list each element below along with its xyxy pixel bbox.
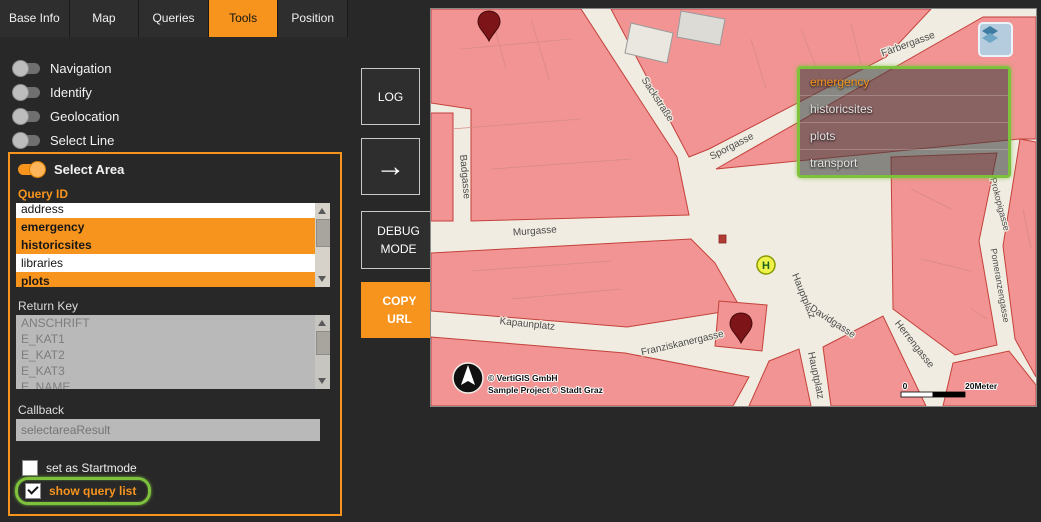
scale-segment-white <box>900 391 934 398</box>
toggle-label: Navigation <box>50 60 112 76</box>
toggle-knob <box>12 59 29 77</box>
building-block <box>431 112 454 222</box>
tab-bar: Base Info Map Queries Tools Position <box>0 0 348 37</box>
tab-position[interactable]: Position <box>278 0 348 37</box>
select-area-toggle[interactable] <box>18 161 46 178</box>
query-id-label: Query ID <box>18 187 69 201</box>
toggle-row-geolocation: Geolocation <box>12 106 120 126</box>
toggle-label: Select Line <box>50 132 115 148</box>
callback-input[interactable] <box>16 419 320 441</box>
query-option-plots[interactable]: plots <box>16 272 315 287</box>
overlay-item-emergency[interactable]: emergency <box>800 69 1008 96</box>
select-area-panel: Select Area Query ID address emergency h… <box>8 152 342 516</box>
run-arrow-button[interactable]: → <box>361 138 420 195</box>
return-key-listbox: ANSCHRIFT E_KAT1 E_KAT2 E_KAT3 E_NAME <box>16 315 330 389</box>
scroll-up-icon[interactable] <box>318 208 326 214</box>
show-query-list-checkbox[interactable] <box>25 483 41 499</box>
scrollbar-thumb[interactable] <box>316 331 330 355</box>
toggle-label: Identify <box>50 84 92 100</box>
toggle-row-identify: Identify <box>12 82 92 102</box>
scroll-down-icon[interactable] <box>318 276 326 282</box>
geolocation-toggle[interactable] <box>12 107 40 125</box>
map-container: Sackstraße Sporgasse Badgasse Murgasse P… <box>430 8 1037 407</box>
query-id-listbox: address emergency historicsites librarie… <box>16 203 330 287</box>
query-option-libraries[interactable]: libraries <box>16 254 315 272</box>
return-key-label: Return Key <box>18 299 79 313</box>
query-option-address[interactable]: address <box>16 203 315 218</box>
startmode-checkbox[interactable] <box>22 460 38 476</box>
query-option-emergency[interactable]: emergency <box>16 218 315 236</box>
toggle-label: Geolocation <box>50 108 120 124</box>
layers-icon <box>982 26 998 43</box>
toggle-row-select-area: Select Area <box>18 161 125 178</box>
identify-toggle[interactable] <box>12 83 40 101</box>
overlay-item-transport[interactable]: transport <box>800 150 1008 176</box>
overlay-item-historicsites[interactable]: historicsites <box>800 96 1008 123</box>
overlay-item-plots[interactable]: plots <box>800 123 1008 150</box>
north-arrow-compass <box>452 362 484 394</box>
return-key-options: ANSCHRIFT E_KAT1 E_KAT2 E_KAT3 E_NAME <box>16 315 315 389</box>
tab-tools[interactable]: Tools <box>208 0 279 37</box>
scale-zero-label: 0 <box>903 381 908 391</box>
attribution-line-2: Sample Project © Stadt Graz <box>488 385 603 395</box>
startmode-label: set as Startmode <box>46 461 137 475</box>
debug-mode-button[interactable]: DEBUG MODE <box>361 211 436 269</box>
toggle-row-select-line: Select Line <box>12 130 115 150</box>
copy-url-button[interactable]: COPY URL <box>361 282 438 338</box>
check-icon <box>27 483 39 495</box>
query-option-historicsites[interactable]: historicsites <box>16 236 315 254</box>
return-key-option[interactable]: E_KAT1 <box>16 331 315 347</box>
scroll-down-icon[interactable] <box>318 378 326 384</box>
return-key-option[interactable]: E_KAT2 <box>16 347 315 363</box>
return-key-option[interactable]: ANSCHRIFT <box>16 315 315 331</box>
building-block <box>431 238 742 328</box>
show-query-list-highlight: show query list <box>15 477 152 505</box>
scrollbar[interactable] <box>315 203 330 287</box>
return-key-option[interactable]: E_KAT3 <box>16 363 315 379</box>
callback-label: Callback <box>18 403 65 417</box>
scale-distance-label: 20Meter <box>965 381 998 391</box>
scrollbar-thumb[interactable] <box>316 219 330 247</box>
query-id-options: address emergency historicsites librarie… <box>16 203 315 287</box>
overview-map-button[interactable] <box>978 22 1013 57</box>
toggle-knob <box>12 131 29 149</box>
scrollbar[interactable] <box>315 315 330 389</box>
tab-map[interactable]: Map <box>69 0 140 37</box>
toggle-knob <box>12 107 29 125</box>
startmode-row: set as Startmode <box>22 460 137 476</box>
toggle-knob <box>29 161 46 178</box>
return-key-option[interactable]: E_NAME <box>16 379 315 389</box>
tab-queries[interactable]: Queries <box>139 0 209 37</box>
scroll-up-icon[interactable] <box>318 320 326 326</box>
toggle-row-navigation: Navigation <box>12 58 112 78</box>
toggle-label: Select Area <box>54 162 125 177</box>
scale-segment-black <box>932 391 966 398</box>
arrow-right-icon: → <box>375 149 406 183</box>
attribution-line-1: © VertiGIS GmbH <box>488 373 558 383</box>
query-list-overlay: emergency historicsites plots transport <box>797 66 1011 178</box>
transit-stop-h-label: H <box>762 260 770 272</box>
select-line-toggle[interactable] <box>12 131 40 149</box>
small-feature <box>718 234 727 244</box>
show-query-list-label: show query list <box>49 484 137 498</box>
tab-base-info[interactable]: Base Info <box>0 0 70 37</box>
log-button[interactable]: LOG <box>361 68 420 125</box>
toggle-knob <box>12 83 29 101</box>
navigation-toggle[interactable] <box>12 59 40 77</box>
